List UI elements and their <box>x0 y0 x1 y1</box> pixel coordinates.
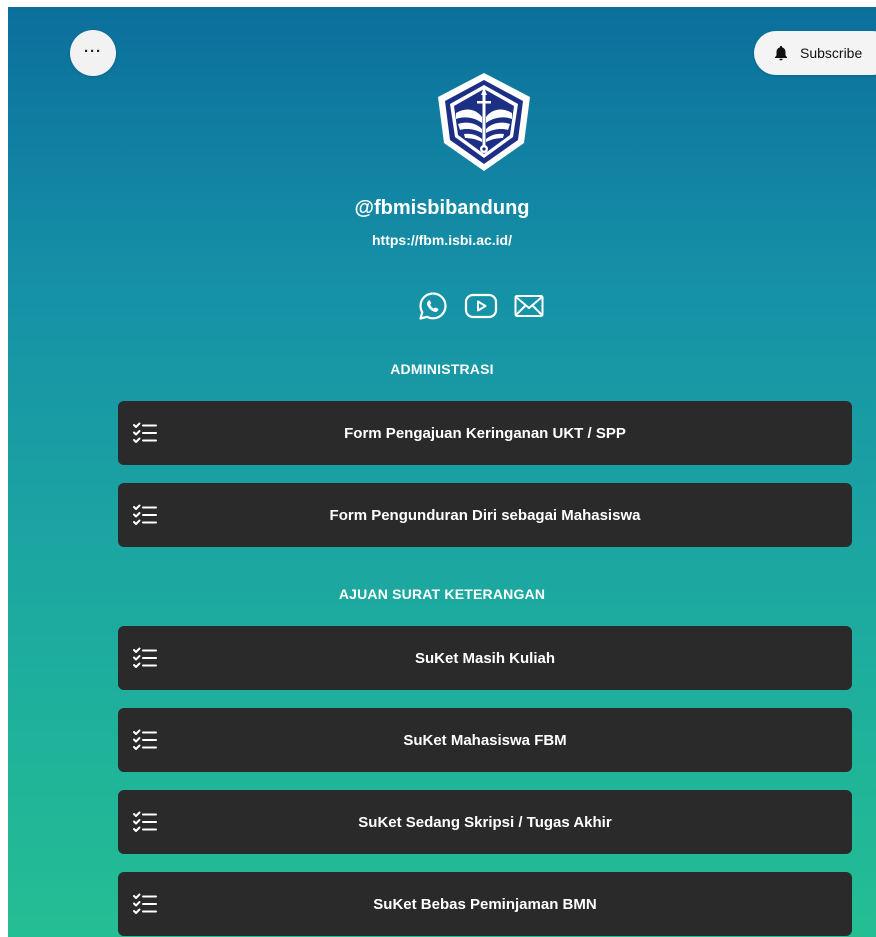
link-label: SuKet Sedang Skripsi / Tugas Akhir <box>358 813 612 831</box>
more-label: ··· <box>84 42 102 60</box>
link-suket-bebas-peminjaman-bmn[interactable]: SuKet Bebas Peminjaman BMN <box>118 872 852 936</box>
link-label: Form Pengajuan Keringanan UKT / SPP <box>344 424 626 442</box>
subscribe-label: Subscribe <box>800 45 863 61</box>
email-link[interactable] <box>512 289 546 323</box>
section-title-administrasi: ADMINISTRASI <box>390 361 494 377</box>
checklist-icon <box>133 504 157 525</box>
bell-icon <box>775 45 787 61</box>
section-title-ajuan-surat-keterangan: AJUAN SURAT KETERANGAN <box>338 586 546 602</box>
link-form-keringanan-ukt[interactable]: Form Pengajuan Keringanan UKT / SPP <box>118 401 852 465</box>
checklist-icon <box>133 647 157 668</box>
link-suket-masih-kuliah[interactable]: SuKet Masih Kuliah <box>118 626 852 690</box>
profile-handle: @fbmisbibandung <box>354 197 530 219</box>
link-label: SuKet Bebas Peminjaman BMN <box>373 895 597 913</box>
whatsapp-link[interactable] <box>416 289 450 323</box>
link-label: Form Pengunduran Diri sebagai Mahasiswa <box>329 506 641 524</box>
link-suket-sedang-skripsi[interactable]: SuKet Sedang Skripsi / Tugas Akhir <box>118 790 852 854</box>
link-label: SuKet Mahasiswa FBM <box>403 731 567 749</box>
link-suket-mahasiswa-fbm[interactable]: SuKet Mahasiswa FBM <box>118 708 852 772</box>
link-label: SuKet Masih Kuliah <box>414 649 556 667</box>
more-options-button[interactable]: ··· <box>70 30 116 76</box>
link-form-pengunduran-diri[interactable]: Form Pengunduran Diri sebagai Mahasiswa <box>118 483 852 547</box>
subscribe-button[interactable]: Subscribe <box>754 31 876 75</box>
profile-website-link[interactable]: https://fbm.isbi.ac.id/ <box>8 232 876 248</box>
profile-page: ··· Subscribe @fbmisbibandung https://fb… <box>8 7 876 937</box>
youtube-icon <box>464 293 498 319</box>
institution-logo <box>438 73 530 171</box>
checklist-icon <box>133 729 157 750</box>
whatsapp-icon <box>419 292 447 320</box>
youtube-link[interactable] <box>464 289 498 323</box>
social-links <box>416 289 556 323</box>
email-icon <box>514 295 544 317</box>
checklist-icon <box>133 811 157 832</box>
checklist-icon <box>133 893 157 914</box>
checklist-icon <box>133 422 157 443</box>
